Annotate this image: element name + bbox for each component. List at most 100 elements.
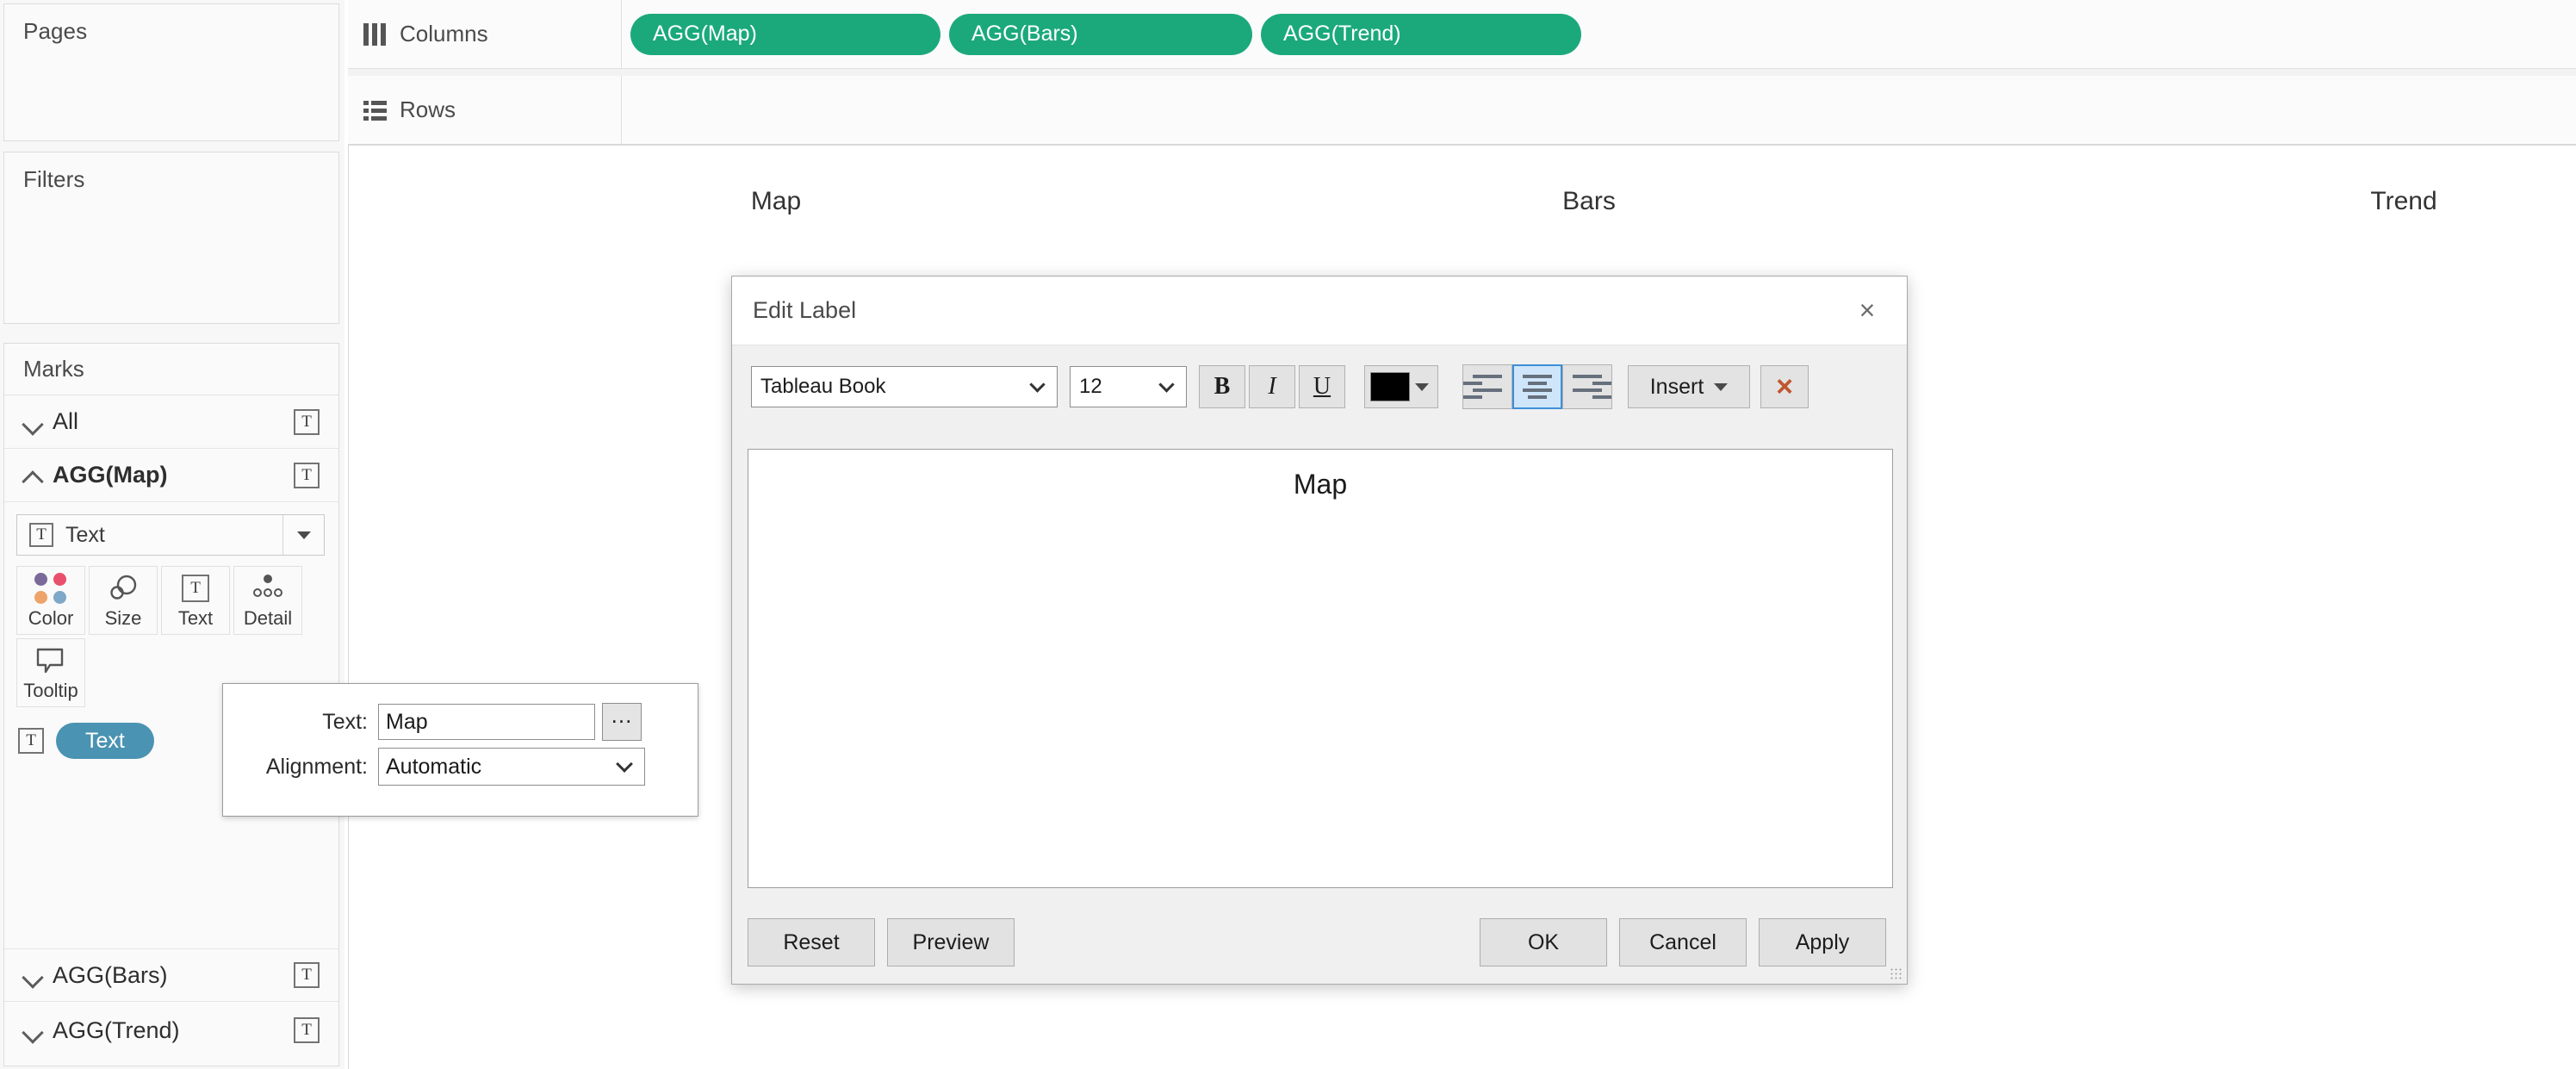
rows-shelf-label: Rows xyxy=(348,76,622,144)
rows-shelf-dropzone[interactable] xyxy=(622,76,2576,144)
marks-row-agg-trend[interactable]: AGG(Trend) T xyxy=(4,1004,338,1057)
marks-row-agg-bars-label: AGG(Bars) xyxy=(53,961,168,988)
close-icon[interactable]: × xyxy=(1847,290,1888,332)
tooltip-button-label: Tooltip xyxy=(23,680,78,701)
chevron-down-icon xyxy=(1029,376,1046,393)
close-x-icon: × xyxy=(1776,370,1793,403)
text-mark-icon: T xyxy=(294,962,320,988)
marks-card-title: Marks xyxy=(4,344,338,395)
text-properties-popup: Text: ... Alignment: Automatic xyxy=(222,683,698,817)
tooltip-bubble-icon xyxy=(34,643,67,678)
marks-row-agg-map-label: AGG(Map) xyxy=(53,462,168,488)
text-ellipsis-button[interactable]: ... xyxy=(602,703,642,741)
columns-shelf-dropzone[interactable]: AGG(Map) AGG(Bars) AGG(Trend) xyxy=(622,0,2576,68)
alignment-button-group xyxy=(1462,364,1612,409)
font-family-value: Tableau Book xyxy=(760,375,886,398)
pages-card: Pages xyxy=(3,3,339,141)
text-mark-icon: T xyxy=(182,571,209,606)
text-field-row: Text: ... xyxy=(223,699,698,744)
pill-agg-map[interactable]: AGG(Map) xyxy=(630,13,940,55)
font-size-select[interactable]: 12 xyxy=(1070,366,1187,407)
italic-button[interactable]: I xyxy=(1249,365,1295,408)
dialog-titlebar: Edit Label × xyxy=(732,277,1907,345)
text-mark-icon: T xyxy=(18,728,44,754)
pill-agg-trend[interactable]: AGG(Trend) xyxy=(1261,13,1581,55)
marks-row-all-label: All xyxy=(53,408,79,434)
mark-type-value: Text xyxy=(65,522,105,547)
left-sidebar: Pages Filters Marks All T AGG(Map) T T T… xyxy=(0,0,345,1069)
align-right-button[interactable] xyxy=(1562,364,1612,409)
columns-label-text: Columns xyxy=(400,21,488,47)
size-button-label: Size xyxy=(104,607,142,629)
chevron-down-icon[interactable] xyxy=(18,1016,47,1045)
column-header-map[interactable]: Map xyxy=(751,187,801,216)
insert-button-label: Insert xyxy=(1649,374,1704,399)
cancel-button[interactable]: Cancel xyxy=(1619,918,1747,966)
column-header-bars[interactable]: Bars xyxy=(1562,187,1616,216)
chevron-down-icon[interactable] xyxy=(18,960,47,990)
ok-button[interactable]: OK xyxy=(1480,918,1607,966)
detail-button[interactable]: Detail xyxy=(233,566,302,635)
label-text-editor[interactable]: Map xyxy=(748,449,1893,888)
mark-type-dropdown[interactable]: T Text xyxy=(16,514,325,556)
chevron-up-icon[interactable] xyxy=(18,461,47,490)
label-editor-content: Map xyxy=(1293,469,1348,500)
text-input[interactable] xyxy=(378,704,595,740)
font-color-button[interactable] xyxy=(1364,365,1438,408)
font-family-select[interactable]: Tableau Book xyxy=(751,366,1058,407)
marks-row-all[interactable]: All T xyxy=(4,395,338,449)
text-mark-icon: T xyxy=(29,523,53,547)
size-button[interactable]: Size xyxy=(89,566,158,635)
insert-button[interactable]: Insert xyxy=(1628,365,1750,408)
font-size-value: 12 xyxy=(1079,375,1102,398)
shelves-area: Columns AGG(Map) AGG(Bars) AGG(Trend) Ro… xyxy=(348,0,2576,145)
dialog-title: Edit Label xyxy=(753,297,857,323)
alignment-row: Alignment: Automatic xyxy=(223,744,698,789)
columns-shelf: Columns AGG(Map) AGG(Bars) AGG(Trend) xyxy=(348,0,2576,69)
rows-icon xyxy=(363,99,387,121)
marks-row-agg-bars[interactable]: AGG(Bars) T xyxy=(4,948,338,1002)
edit-label-dialog: Edit Label × Tableau Book 12 B I U Inser… xyxy=(731,276,1908,985)
alignment-select[interactable]: Automatic xyxy=(378,748,645,786)
color-button[interactable]: Color xyxy=(16,566,85,635)
clear-formatting-button[interactable]: × xyxy=(1760,365,1809,408)
chevron-down-icon xyxy=(616,755,633,773)
reset-button[interactable]: Reset xyxy=(748,918,875,966)
chevron-down-icon xyxy=(1415,382,1429,391)
chevron-down-icon[interactable] xyxy=(282,515,324,555)
align-center-button[interactable] xyxy=(1512,364,1562,409)
tableau-worksheet: Pages Filters Marks All T AGG(Map) T T T… xyxy=(0,0,2576,1069)
preview-button[interactable]: Preview xyxy=(887,918,1015,966)
size-circles-icon xyxy=(106,571,140,606)
color-palette-icon xyxy=(34,571,67,606)
columns-shelf-label: Columns xyxy=(348,0,622,68)
text-field-label: Text: xyxy=(322,709,368,734)
chevron-down-icon xyxy=(1714,382,1729,391)
pages-card-title: Pages xyxy=(23,18,88,44)
alignment-label: Alignment: xyxy=(265,754,368,779)
column-header-trend[interactable]: Trend xyxy=(2370,187,2436,216)
filters-card-title: Filters xyxy=(23,166,85,192)
apply-button[interactable]: Apply xyxy=(1759,918,1886,966)
text-button-label: Text xyxy=(177,607,214,629)
text-mark-icon: T xyxy=(294,462,320,488)
marks-row-agg-map[interactable]: AGG(Map) T xyxy=(4,449,338,502)
underline-button[interactable]: U xyxy=(1299,365,1345,408)
color-button-label: Color xyxy=(28,607,74,629)
chevron-down-icon[interactable] xyxy=(18,407,47,437)
alignment-select-value: Automatic xyxy=(386,754,482,779)
bold-button[interactable]: B xyxy=(1199,365,1245,408)
detail-dots-icon xyxy=(248,571,288,606)
dialog-toolbar: Tableau Book 12 B I U Insert × xyxy=(732,345,1907,428)
resize-grip-icon[interactable] xyxy=(1890,967,1902,979)
marks-text-pill[interactable]: Text xyxy=(56,723,154,759)
pill-agg-bars[interactable]: AGG(Bars) xyxy=(949,13,1252,55)
text-mark-icon: T xyxy=(294,1017,320,1043)
rows-label-text: Rows xyxy=(400,96,456,122)
tooltip-button[interactable]: Tooltip xyxy=(16,638,85,707)
align-left-button[interactable] xyxy=(1462,364,1512,409)
text-mark-icon: T xyxy=(294,408,320,435)
detail-button-label: Detail xyxy=(243,607,293,629)
filters-card: Filters xyxy=(3,152,339,324)
text-button[interactable]: T Text xyxy=(161,566,230,635)
